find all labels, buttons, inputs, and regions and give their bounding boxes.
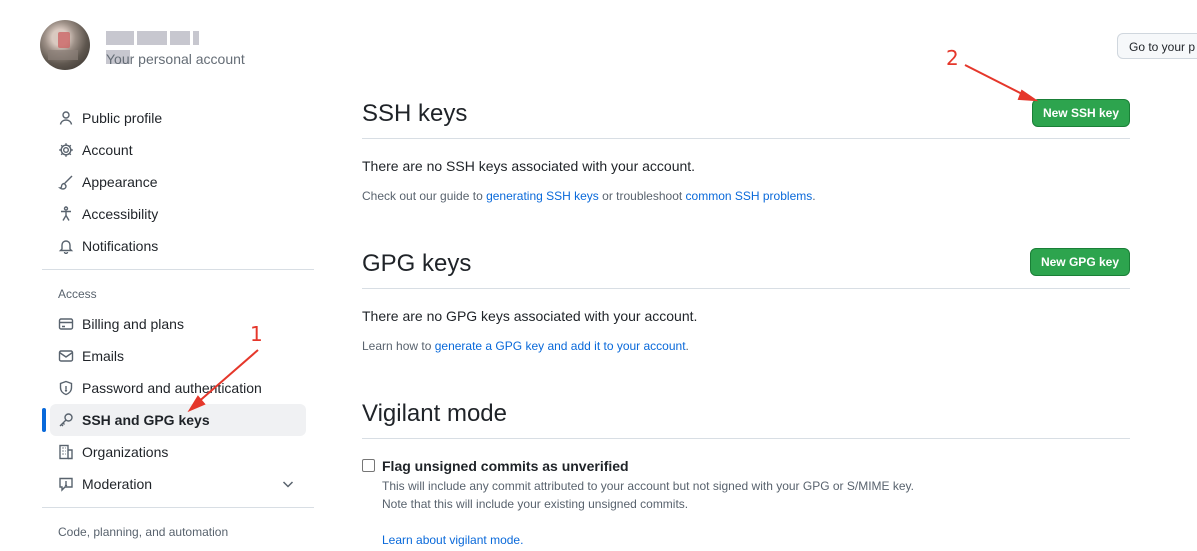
chevron-down-icon[interactable] — [280, 476, 296, 492]
sidebar-item-label: Password and authentication — [82, 380, 262, 396]
sidebar-item-appearance[interactable]: Appearance — [50, 166, 306, 198]
sidebar-item-label: Moderation — [82, 476, 153, 492]
vigilant-note-line1: This will include any commit attributed … — [382, 479, 915, 493]
sidebar-item-emails[interactable]: Emails — [50, 340, 306, 372]
generate-gpg-key-link[interactable]: generate a GPG key and add it to your ac… — [435, 339, 686, 353]
sidebar-item-label: Accessibility — [82, 206, 159, 222]
username-redacted — [106, 31, 218, 64]
guide-text: Check out our guide to — [362, 189, 487, 203]
organization-icon — [58, 444, 74, 460]
section-divider — [362, 438, 1130, 439]
section-divider — [362, 288, 1130, 289]
annotation-step-2: 2 — [946, 46, 959, 70]
ssh-empty-message: There are no SSH keys associated with yo… — [362, 158, 696, 174]
sidebar-item-label: SSH and GPG keys — [82, 412, 210, 428]
learn-text: Learn how to — [362, 339, 435, 353]
vigilant-note-line2: Note that this will include your existin… — [382, 497, 689, 511]
bell-icon — [58, 238, 74, 254]
new-ssh-key-button[interactable]: New SSH key — [1032, 99, 1130, 127]
paintbrush-icon — [58, 174, 74, 190]
ssh-keys-heading: SSH keys — [362, 100, 468, 127]
sidebar-item-label: Appearance — [82, 174, 158, 190]
sidebar-item-moderation[interactable]: Moderation — [50, 468, 306, 500]
learn-text: . — [685, 339, 689, 353]
sidebar-item-public-profile[interactable]: Public profile — [50, 102, 306, 134]
sidebar-divider — [42, 507, 314, 508]
sidebar-item-ssh-gpg-keys[interactable]: SSH and GPG keys — [50, 404, 306, 436]
flag-unsigned-commits-checkbox[interactable] — [362, 459, 375, 472]
sidebar-item-organizations[interactable]: Organizations — [50, 436, 306, 468]
sidebar-item-label: Emails — [82, 348, 125, 364]
key-icon — [58, 412, 74, 428]
generating-ssh-keys-link[interactable]: generating SSH keys — [486, 189, 599, 203]
avatar[interactable] — [40, 20, 90, 70]
report-icon — [58, 476, 74, 492]
sidebar-item-label: Public profile — [82, 110, 163, 126]
vigilant-mode-heading: Vigilant mode — [362, 400, 507, 427]
annotation-step-1: 1 — [250, 322, 263, 346]
sidebar-item-billing[interactable]: Billing and plans — [50, 308, 306, 340]
section-heading-code-planning: Code, planning, and automation — [58, 525, 229, 539]
learn-vigilant-mode-link[interactable]: Learn about vigilant mode. — [382, 533, 523, 547]
sidebar-item-label: Notifications — [82, 238, 159, 254]
sidebar-divider — [42, 269, 314, 270]
gpg-learn-text: Learn how to generate a GPG key and add … — [362, 339, 689, 353]
sidebar-item-password[interactable]: Password and authentication — [50, 372, 306, 404]
section-heading-access: Access — [58, 287, 97, 301]
credit-card-icon — [58, 316, 74, 332]
person-icon — [58, 110, 74, 126]
sidebar-item-notifications[interactable]: Notifications — [50, 230, 306, 262]
new-gpg-key-button[interactable]: New GPG key — [1030, 248, 1130, 276]
sidebar-item-label: Organizations — [82, 444, 169, 460]
active-indicator — [42, 408, 46, 432]
annotation-arrow-2 — [964, 64, 1029, 98]
flag-unsigned-commits-label[interactable]: Flag unsigned commits as unverified — [382, 458, 629, 474]
sidebar-item-account[interactable]: Account — [50, 134, 306, 166]
guide-text: or troubleshoot — [598, 189, 686, 203]
sidebar-item-label: Account — [82, 142, 133, 158]
go-to-profile-button[interactable]: Go to your p — [1117, 33, 1197, 59]
accessibility-icon — [58, 206, 74, 222]
account-subtitle: Your personal account — [106, 51, 245, 67]
sidebar-item-accessibility[interactable]: Accessibility — [50, 198, 306, 230]
gpg-empty-message: There are no GPG keys associated with yo… — [362, 308, 698, 324]
ssh-guide-text: Check out our guide to generating SSH ke… — [362, 189, 816, 203]
shield-lock-icon — [58, 380, 74, 396]
gpg-keys-heading: GPG keys — [362, 250, 472, 277]
sidebar-item-label: Billing and plans — [82, 316, 184, 332]
gear-icon — [58, 142, 74, 158]
section-divider — [362, 138, 1130, 139]
mail-icon — [58, 348, 74, 364]
guide-text: . — [812, 189, 816, 203]
common-ssh-problems-link[interactable]: common SSH problems — [686, 189, 813, 203]
annotation-arrowhead-2 — [1017, 89, 1039, 102]
